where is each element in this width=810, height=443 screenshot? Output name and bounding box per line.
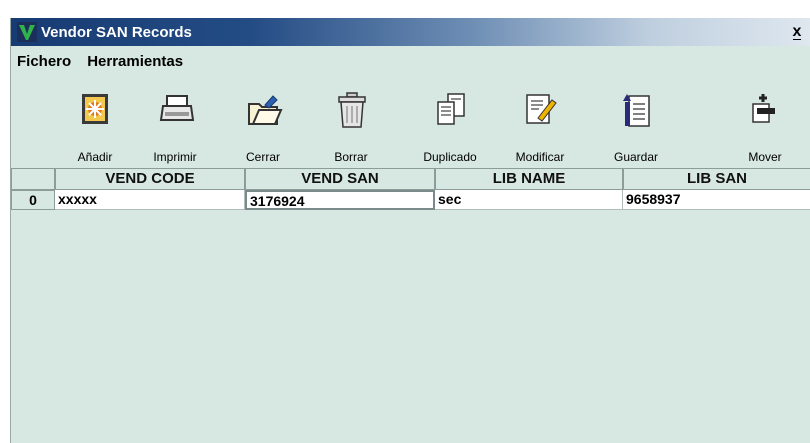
close-button[interactable]: x xyxy=(787,21,807,43)
duplicate-button[interactable]: Duplicado xyxy=(410,80,490,176)
records-table: VEND CODE VEND SAN LIB NAME LIB SAN 0 xx… xyxy=(11,168,810,443)
window-title: Vendor SAN Records xyxy=(41,23,192,41)
add-label: Añadir xyxy=(77,150,113,164)
cell-vend-san[interactable]: 3176924 xyxy=(245,190,435,210)
folder-close-icon xyxy=(248,95,283,125)
close-icon: x xyxy=(792,23,802,40)
delete-button[interactable]: Borrar xyxy=(311,80,391,176)
print-button[interactable]: Imprimir xyxy=(135,80,215,176)
move-icon xyxy=(752,94,775,123)
modify-button[interactable]: Modificar xyxy=(500,80,580,176)
cell-lib-san[interactable]: 9658937 xyxy=(623,190,810,210)
menu-bar: Fichero Herramientas xyxy=(11,48,193,74)
row-header-corner xyxy=(11,168,55,190)
column-header-lib-san[interactable]: LIB SAN xyxy=(623,168,810,190)
printer-icon xyxy=(159,95,195,121)
trash-icon xyxy=(338,92,366,128)
print-label: Imprimir xyxy=(153,150,197,164)
column-header-lib-name[interactable]: LIB NAME xyxy=(435,168,623,190)
column-header-vend-san[interactable]: VEND SAN xyxy=(245,168,435,190)
menu-herramientas[interactable]: Herramientas xyxy=(81,53,193,70)
edit-icon xyxy=(526,94,557,124)
close-folder-button[interactable]: Cerrar xyxy=(223,80,303,176)
save-button[interactable]: Guardar xyxy=(596,80,676,176)
app-v-icon xyxy=(17,22,37,42)
menu-fichero[interactable]: Fichero xyxy=(11,53,81,70)
move-button[interactable]: Mover xyxy=(725,80,805,176)
close-label: Cerrar xyxy=(245,150,280,164)
duplicate-label: Duplicado xyxy=(423,150,477,164)
row-index[interactable]: 0 xyxy=(11,190,55,210)
column-header-vend-code[interactable]: VEND CODE xyxy=(55,168,245,190)
cell-vend-code[interactable]: xxxxx xyxy=(55,190,245,210)
title-bar: Vendor SAN Records x xyxy=(11,18,810,46)
move-label: Mover xyxy=(748,150,782,164)
delete-label: Borrar xyxy=(334,150,368,164)
add-icon xyxy=(82,94,108,124)
cell-lib-name[interactable]: sec xyxy=(435,190,623,210)
save-icon xyxy=(623,94,650,127)
save-label: Guardar xyxy=(613,150,659,164)
add-button[interactable]: Añadir xyxy=(55,80,135,176)
modify-label: Modificar xyxy=(515,150,565,164)
vendor-san-window: Vendor SAN Records x Fichero Herramienta… xyxy=(10,18,810,443)
duplicate-icon xyxy=(437,93,465,125)
